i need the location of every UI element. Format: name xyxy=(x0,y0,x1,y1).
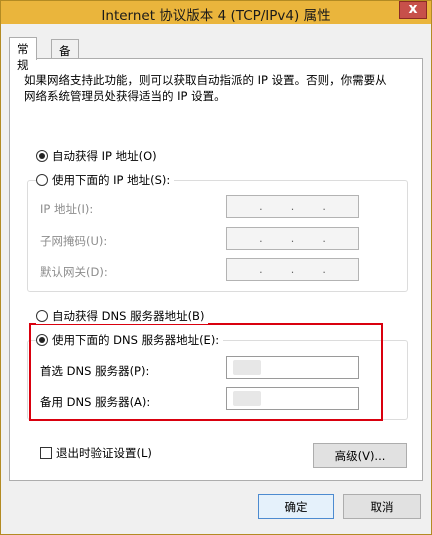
auto-ip-label: 自动获得 IP 地址(O) xyxy=(52,149,157,163)
manual-ip-radio[interactable]: 使用下面的 IP 地址(S): xyxy=(36,172,175,188)
title-bar[interactable]: Internet 协议版本 4 (TCP/IPv4) 属性 x xyxy=(1,1,431,24)
advanced-button[interactable]: 高级(V)... xyxy=(313,443,407,468)
description-text: 如果网络支持此功能，则可以获取自动指派的 IP 设置。否则，你需要从网络系统管理… xyxy=(24,73,387,103)
checkbox-indicator xyxy=(40,447,52,459)
ip-address-label: IP 地址(I): xyxy=(40,202,94,216)
validate-on-exit-checkbox[interactable]: 退出时验证设置(L) xyxy=(40,445,152,461)
manual-dns-label: 使用下面的 DNS 服务器地址(E): xyxy=(52,333,220,347)
validate-on-exit-label: 退出时验证设置(L) xyxy=(56,446,152,460)
close-button[interactable]: x xyxy=(399,1,427,19)
radio-indicator xyxy=(36,150,48,162)
default-gateway-input: ... xyxy=(226,258,359,281)
tab-general[interactable]: 常规 xyxy=(9,37,37,72)
auto-dns-radio[interactable]: 自动获得 DNS 服务器地址(B) xyxy=(36,308,209,324)
manual-ip-label: 使用下面的 IP 地址(S): xyxy=(52,173,171,187)
default-gateway-label: 默认网关(D): xyxy=(40,265,108,279)
subnet-mask-label: 子网掩码(U): xyxy=(40,234,108,248)
close-icon: x xyxy=(408,1,418,17)
auto-ip-radio[interactable]: 自动获得 IP 地址(O) xyxy=(36,148,161,164)
ipv4-properties-dialog: Internet 协议版本 4 (TCP/IPv4) 属性 x 常规 备用配置 … xyxy=(0,0,432,535)
auto-dns-label: 自动获得 DNS 服务器地址(B) xyxy=(52,309,205,323)
subnet-mask-input: ... xyxy=(226,227,359,250)
window-title: Internet 协议版本 4 (TCP/IPv4) 属性 xyxy=(101,8,331,24)
radio-indicator xyxy=(36,174,48,186)
radio-indicator xyxy=(36,334,48,346)
ok-button[interactable]: 确定 xyxy=(258,494,334,519)
cancel-button[interactable]: 取消 xyxy=(343,494,421,519)
radio-indicator xyxy=(36,310,48,322)
tab-alternate-config[interactable]: 备用配置 xyxy=(51,39,79,106)
ip-address-input: ... xyxy=(226,195,359,218)
manual-dns-radio[interactable]: 使用下面的 DNS 服务器地址(E): xyxy=(36,332,224,348)
